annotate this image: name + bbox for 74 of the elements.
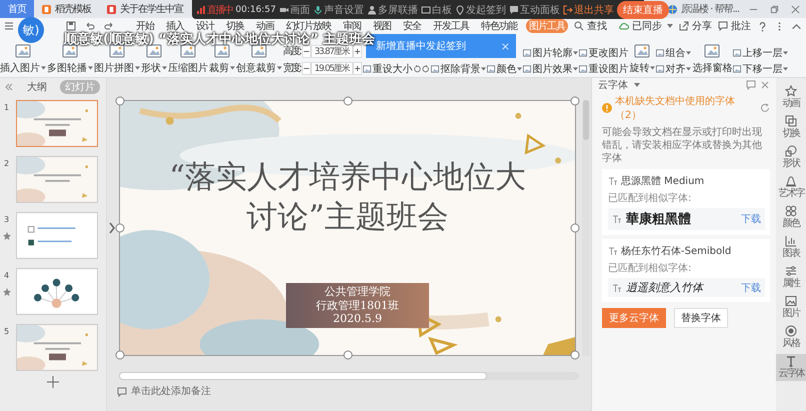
field-label: 高度: [283, 46, 300, 58]
side-tool-button[interactable]: 艺术字 [776, 174, 806, 201]
tool-button[interactable]: 图片轮廓 [523, 47, 578, 59]
tool-button[interactable]: 对齐 [656, 63, 692, 75]
live-timer: 00:16:57 [236, 4, 276, 14]
font-sample: 逍遥刻意入竹体 [626, 280, 703, 295]
tool-button[interactable]: 重设大小 [363, 63, 412, 75]
live-action[interactable]: 画面 [278, 2, 310, 16]
tool-button[interactable]: 组合 [656, 47, 692, 59]
side-tool-button[interactable]: 风格 [776, 324, 806, 351]
menu-tab[interactable]: 特色功能 [478, 19, 520, 33]
tool-button[interactable]: 上移一层 [733, 47, 788, 59]
notification-text: 新增直播中发起签到 [376, 40, 466, 53]
menu-action[interactable]: 分享 [679, 19, 712, 33]
tool-button[interactable]: 下移一层 [733, 63, 788, 75]
tool-button[interactable]: 插入图片 [0, 43, 46, 75]
live-action[interactable]: 声音设置 [312, 2, 364, 16]
side-tool-button[interactable]: 切换 [776, 114, 806, 141]
tool-button[interactable]: 更改图片 [579, 47, 628, 59]
panel-title: 云字体 [598, 78, 628, 92]
menu-action[interactable]: 已同步 [619, 19, 673, 33]
description-text: 可能会导致文档在显示或打印时出现错乱，请安装相应字体或替换为其他字体 [602, 126, 763, 165]
slide-number: 1 [4, 103, 10, 112]
tool-button[interactable]: 抠除背景 [431, 63, 486, 75]
document-tab[interactable]: 首页 [0, 0, 34, 18]
match-label: 已匹配到相似字体: [608, 262, 692, 275]
slide-number: 5 [4, 327, 10, 336]
exit-share-button[interactable]: 退出共享 [562, 2, 614, 16]
side-tool-button[interactable]: 图片 [776, 294, 806, 321]
font-button[interactable]: 替换字体 [674, 308, 728, 328]
font-sample: 華康粗黑體 [626, 210, 691, 228]
menu-tab[interactable]: 开始 [133, 19, 157, 33]
side-tool-button[interactable]: 属性 [776, 264, 806, 291]
side-tool-button[interactable]: 颜色 [776, 204, 806, 231]
panel-tab[interactable]: 大纲 [22, 80, 52, 94]
live-action[interactable]: 多屏联播 [366, 2, 418, 16]
menu-tab[interactable]: 视图 [370, 19, 394, 33]
side-tool-button[interactable]: 图表 [776, 234, 806, 261]
live-status: 直播中 [196, 2, 232, 16]
slide-number: 2 [4, 159, 10, 168]
download-link[interactable]: 下载 [741, 280, 761, 294]
document-tab[interactable]: 关于在学生中宣 [99, 0, 191, 18]
font-name: 思源黑體 Medium [621, 175, 704, 188]
search-button[interactable]: 查找 [574, 19, 607, 33]
live-action[interactable]: 互动面板 [508, 2, 560, 16]
menu-tab[interactable]: 开发工具 [430, 19, 472, 33]
account-button[interactable]: 原温楼 · 帮帮... [668, 2, 739, 16]
info-text: 2020.5.9 [333, 312, 382, 326]
font-name: 杨任东竹石体-Semibold [621, 244, 732, 258]
tool-button[interactable]: 旋转 [629, 43, 656, 75]
side-tool-button[interactable]: 形状 [776, 144, 806, 171]
info-text: 行政管理1801班 [316, 298, 399, 312]
slide-number: 3 [4, 215, 10, 224]
document-tab[interactable]: 稻壳模板 [34, 0, 99, 18]
slide-number: 4 [4, 271, 10, 280]
match-label: 已匹配到相似字体: [608, 192, 692, 205]
menu-tab[interactable]: 安全 [400, 19, 424, 33]
tool-button[interactable]: 图片效果 [523, 63, 578, 75]
warning-text: 本机缺失文档中使用的字体（2） [615, 94, 736, 122]
size-field[interactable]: 33.87厘米 [311, 44, 354, 58]
side-tool-button[interactable]: 动画 [776, 84, 806, 111]
side-tool-button[interactable]: 云字体 [776, 354, 806, 381]
slide-title: 讨论”主题班会 [246, 198, 448, 237]
field-label: 宽度: [283, 62, 300, 75]
menu-action[interactable]: 批注 [718, 19, 751, 33]
live-action[interactable]: 白板 [420, 2, 452, 16]
live-action[interactable]: 发起签到 [454, 2, 506, 16]
tool-button[interactable]: 选择窗格 [692, 43, 732, 75]
info-text: 公共管理学院 [324, 285, 390, 298]
slide-title: “落实人才培养中心地位大 [169, 158, 526, 197]
tool-button[interactable]: 颜色 [487, 63, 522, 75]
tool-button[interactable]: 重设图片 [579, 63, 628, 75]
size-field[interactable]: 19.05厘米 [311, 62, 354, 74]
download-link[interactable]: 下载 [741, 212, 761, 226]
